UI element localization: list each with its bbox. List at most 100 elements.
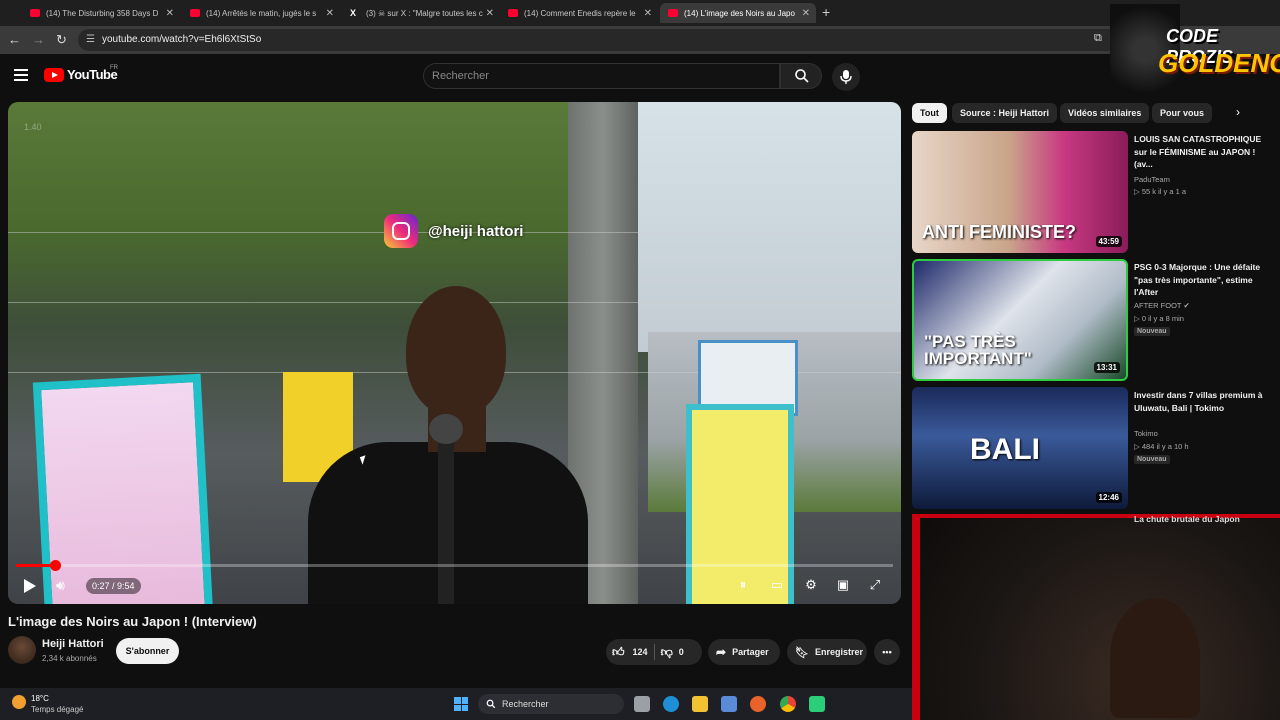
taskbar-search[interactable]: Rechercher — [478, 694, 624, 714]
tab-label: (14) Comment Enedis repère le — [524, 8, 636, 18]
browser-tab-active[interactable]: (14) L'image des Noirs au Japo ✕ — [660, 3, 816, 23]
save-label: Enregistrer — [814, 647, 863, 657]
microphone-icon — [840, 70, 852, 84]
recommendation-meta: ▷ 484 il y a 10 h — [1134, 442, 1189, 451]
instagram-icon — [384, 214, 418, 248]
edge-icon[interactable] — [663, 696, 679, 712]
file-explorer-icon[interactable] — [692, 696, 708, 712]
recommendation-item[interactable]: "PAS TRÈS IMPORTANT" 13:31 PSG 0-3 Major… — [912, 259, 1272, 381]
recommendation-channel[interactable]: PaduTeam — [1134, 175, 1170, 184]
youtube-header: YouTube FR — [0, 54, 1280, 98]
subscriber-count: 2,34 k abonnés — [42, 654, 97, 663]
close-icon[interactable]: ✕ — [326, 8, 334, 19]
close-icon[interactable]: ✕ — [486, 8, 494, 19]
browser-tab[interactable]: (14) Comment Enedis repère le ✕ — [500, 3, 658, 23]
fullscreen-icon[interactable]: ⤢ — [866, 577, 884, 593]
close-icon[interactable]: ✕ — [644, 8, 652, 19]
browser-tab[interactable]: X (3) ☠ sur X : "Malgre toutes les c ✕ — [342, 3, 500, 23]
video-thumbnail[interactable]: ANTI FEMINISTE? 43:59 — [912, 131, 1128, 253]
chip-all[interactable]: Tout — [912, 103, 947, 123]
install-app-icon[interactable]: ⧉ — [1094, 32, 1102, 45]
autoplay-toggle[interactable]: ⏸︎ — [734, 577, 752, 593]
volume-icon[interactable]: 🔊︎ — [56, 577, 65, 594]
recommendation-title[interactable]: PSG 0-3 Majorque : Une défaite "pas très… — [1134, 261, 1264, 299]
promo-code-overlay: CODE PROZIS GOLDENG — [1110, 4, 1280, 96]
share-label: Partager — [732, 647, 769, 657]
recommendation-channel[interactable]: AFTER FOOT ✔ — [1134, 301, 1190, 310]
search-button[interactable] — [780, 63, 822, 89]
search-input[interactable] — [432, 69, 762, 83]
video-thumbnail[interactable]: BALI 12:46 — [912, 387, 1128, 509]
play-button[interactable] — [24, 579, 36, 593]
menu-icon[interactable] — [14, 69, 28, 81]
firefox-icon[interactable] — [750, 696, 766, 712]
browser-tab-strip: (14) The Disturbing 358 Days D ✕ (14) Ar… — [0, 0, 1280, 26]
back-icon[interactable]: ← — [8, 32, 21, 47]
dislike-icon[interactable]: 👎︎ — [661, 645, 673, 660]
recommendation-title[interactable]: Investir dans 7 villas premium à Uluwatu… — [1134, 389, 1264, 414]
chip-similar[interactable]: Vidéos similaires — [1060, 103, 1150, 123]
youtube-icon — [190, 9, 200, 17]
like-icon[interactable]: 👍︎ — [612, 645, 625, 660]
video-player[interactable]: 1.40 @heiji hattori 🔊︎ 0:27 / 9:54 ⏸︎ ▭ … — [8, 102, 901, 604]
reload-icon[interactable]: ↻ — [56, 32, 67, 48]
store-icon[interactable] — [721, 696, 737, 712]
like-dislike-group: 👍︎ 124 👎︎ 0 — [606, 639, 702, 665]
recommendation-title[interactable]: LOUIS SAN CATASTROPHIQUE sur le FÉMINISM… — [1134, 133, 1264, 171]
like-count[interactable]: 124 — [633, 647, 648, 657]
channel-avatar[interactable] — [8, 636, 36, 664]
miniplayer-icon[interactable]: ▣ — [834, 577, 852, 593]
tab-label: (14) The Disturbing 358 Days D — [46, 8, 159, 18]
player-controls: 🔊︎ 0:27 / 9:54 ⏸︎ ▭ ⚙︎ ▣ ⤢ — [8, 570, 901, 604]
chip-for-you[interactable]: Pour vous — [1152, 103, 1213, 123]
save-button[interactable]: 🔖︎ Enregistrer — [787, 639, 867, 665]
task-view-icon[interactable] — [634, 696, 650, 712]
site-info-icon[interactable]: ☰ — [86, 34, 95, 45]
browser-tab[interactable]: (14) Arrêtés le matin, jugés le s ✕ — [182, 3, 340, 23]
app-icon[interactable] — [809, 696, 825, 712]
chip-source[interactable]: Source : Heiji Hattori — [952, 103, 1058, 123]
x-icon: X — [350, 8, 357, 18]
duration-badge: 12:46 — [1095, 492, 1122, 503]
chevron-right-icon[interactable]: › — [1236, 105, 1240, 119]
player-overlay-id: 1.40 — [24, 122, 42, 132]
video-title: L'image des Noirs au Japon ! (Interview) — [8, 614, 257, 629]
forward-icon[interactable]: → — [32, 32, 45, 47]
youtube-logo[interactable]: YouTube — [44, 67, 118, 82]
share-button[interactable]: ➦ Partager — [708, 639, 780, 665]
recommendation-item[interactable]: ANTI FEMINISTE? 43:59 LOUIS SAN CATASTRO… — [912, 131, 1272, 253]
instagram-handle-overlay: @heiji hattori — [384, 214, 523, 248]
video-scene-microphone — [429, 414, 463, 444]
browser-tab[interactable]: (14) The Disturbing 358 Days D ✕ — [22, 3, 180, 23]
recommendation-item[interactable]: BALI 12:46 Investir dans 7 villas premiu… — [912, 387, 1272, 509]
taskbar-search-label: Rechercher — [502, 699, 549, 709]
recommendation-title-partial[interactable]: La chute brutale du Japon — [1134, 514, 1240, 524]
video-thumbnail[interactable]: "PAS TRÈS IMPORTANT" 13:31 — [912, 259, 1128, 381]
duration-badge: 43:59 — [1095, 236, 1122, 247]
divider — [653, 644, 655, 660]
share-icon: ➦ — [716, 645, 727, 659]
windows-start-icon[interactable] — [454, 697, 468, 711]
windows-taskbar: 18°C Temps dégagé Rechercher — [0, 688, 912, 720]
url-field[interactable]: ☰ youtube.com/watch?v=Eh6l6XtStSo — [78, 29, 1118, 51]
tab-label: (3) ☠ sur X : "Malgre toutes les c — [366, 8, 483, 18]
channel-name[interactable]: Heiji Hattori — [42, 638, 104, 650]
voice-search-button[interactable] — [832, 63, 860, 91]
settings-icon[interactable]: ⚙︎ — [802, 577, 820, 593]
more-actions-button[interactable]: ••• — [874, 639, 900, 665]
progress-bar[interactable] — [16, 560, 893, 571]
subscribe-button[interactable]: S'abonner — [116, 638, 179, 664]
search-box — [423, 63, 780, 89]
youtube-icon — [30, 9, 40, 17]
weather-icon[interactable] — [12, 695, 26, 709]
new-tab-icon[interactable]: + — [822, 4, 830, 20]
youtube-icon — [668, 9, 678, 17]
recommendation-channel[interactable]: Tokimo — [1134, 429, 1158, 438]
chrome-icon[interactable] — [780, 696, 796, 712]
new-badge: Nouveau — [1134, 327, 1170, 336]
close-icon[interactable]: ✕ — [802, 8, 810, 19]
search-icon — [795, 69, 809, 83]
close-icon[interactable]: ✕ — [166, 8, 174, 19]
subtitles-icon[interactable]: ▭ — [768, 577, 786, 593]
dislike-count[interactable]: 0 — [679, 647, 684, 657]
